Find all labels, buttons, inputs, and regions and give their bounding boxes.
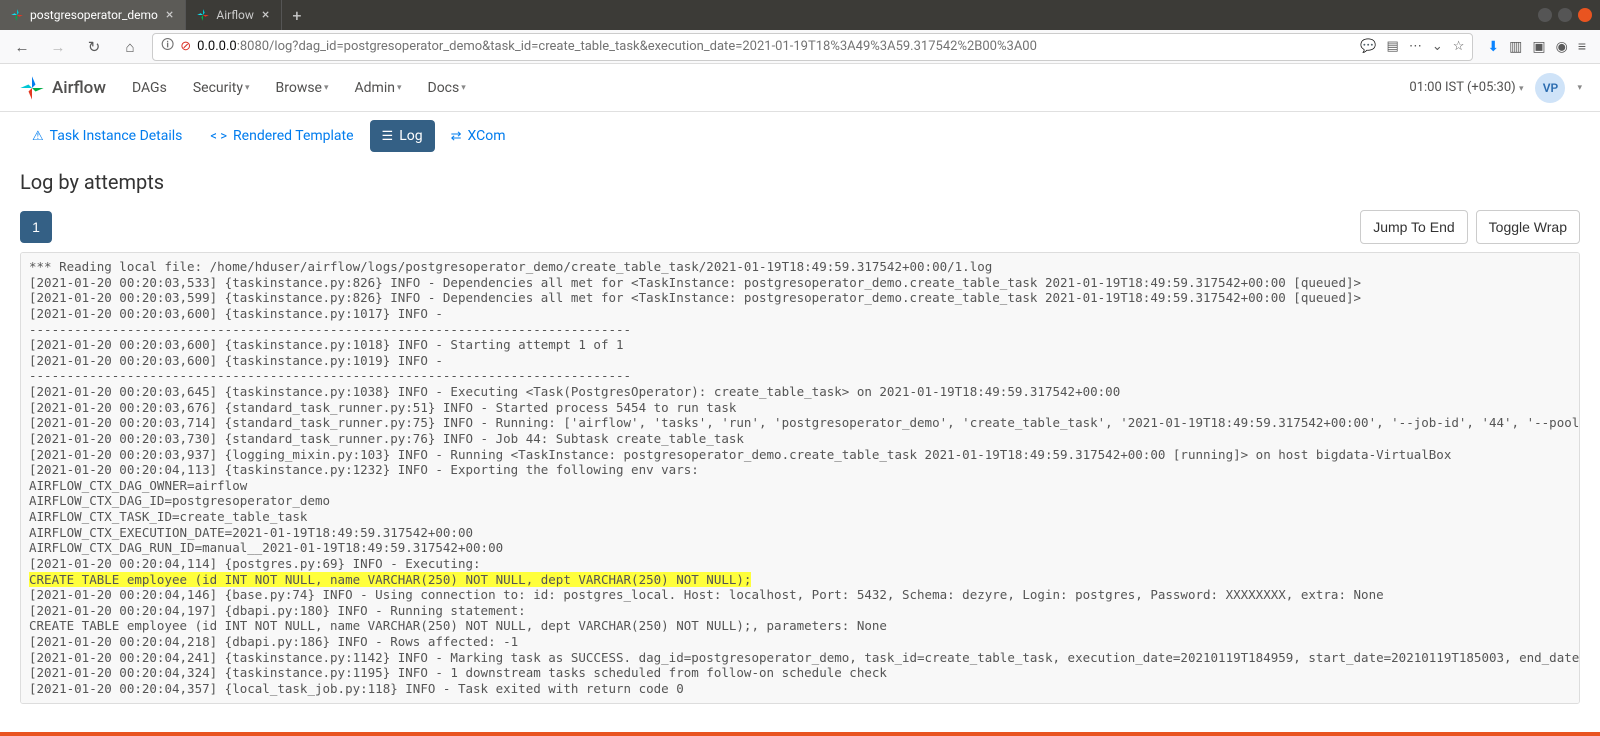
log-post: [2021-01-20 00:20:04,146] {base.py:74} I…: [29, 587, 1580, 696]
log-highlighted-sql: CREATE TABLE employee (id INT NOT NULL, …: [29, 572, 751, 587]
log-actions: Jump To End Toggle Wrap: [1360, 210, 1580, 244]
tab-label: Task Instance Details: [50, 128, 183, 144]
sidebar-icon[interactable]: ▣: [1532, 39, 1545, 55]
window-controls: [1538, 8, 1600, 22]
shield-icon: 🛈: [161, 36, 174, 58]
forward-button[interactable]: →: [44, 33, 72, 61]
maximize-icon[interactable]: [1558, 8, 1572, 22]
browser-tab-1[interactable]: Airflow ×: [186, 0, 282, 30]
close-window-icon[interactable]: [1578, 8, 1592, 22]
home-button[interactable]: ⌂: [116, 33, 144, 61]
nav-admin[interactable]: Admin▾: [355, 80, 402, 96]
list-icon: ☰: [382, 129, 394, 144]
main-content: Log by attempts 1 Jump To End Toggle Wra…: [0, 160, 1600, 724]
back-button[interactable]: ←: [8, 33, 36, 61]
attempts-row: 1 Jump To End Toggle Wrap: [20, 210, 1580, 244]
logo[interactable]: Airflow: [18, 74, 106, 102]
toggle-wrap-button[interactable]: Toggle Wrap: [1476, 210, 1580, 244]
log-pre: *** Reading local file: /home/hduser/air…: [29, 259, 1580, 571]
jump-to-end-button[interactable]: Jump To End: [1360, 210, 1467, 244]
tab-xcom[interactable]: ⇄ XCom: [439, 120, 518, 152]
reader-icon[interactable]: ▤: [1387, 39, 1399, 54]
nav-links: DAGs Security▾ Browse▾ Admin▾ Docs▾: [132, 80, 466, 96]
tab-label: XCom: [468, 128, 506, 144]
swap-icon: ⇄: [451, 129, 462, 144]
downloads-icon[interactable]: ⬇: [1487, 39, 1499, 55]
star-icon[interactable]: ☆: [1453, 39, 1465, 54]
browser-tab-0[interactable]: postgresoperator_demo ×: [0, 0, 186, 30]
timezone-display[interactable]: 01:00 IST (+05:30) ▾: [1409, 80, 1523, 95]
minimize-icon[interactable]: [1538, 8, 1552, 22]
nav-docs[interactable]: Docs▾: [428, 80, 466, 96]
url-bar[interactable]: 🛈 ⊘ 0.0.0.0:8080/log?dag_id=postgresoper…: [152, 33, 1473, 61]
tab-favicon-0: [10, 8, 24, 22]
progress-bar: [0, 732, 1600, 736]
tab-rendered-template[interactable]: < > Rendered Template: [198, 120, 365, 152]
nav-browse[interactable]: Browse▾: [276, 80, 329, 96]
tab-label: Rendered Template: [233, 128, 354, 144]
menu-icon[interactable]: ≡: [1578, 38, 1586, 55]
nav-dags[interactable]: DAGs: [132, 80, 167, 96]
url-text: 0.0.0.0:8080/log?dag_id=postgresoperator…: [197, 39, 1354, 54]
more-icon[interactable]: ⋯: [1409, 39, 1422, 54]
logo-text: Airflow: [52, 78, 106, 98]
hint-icon[interactable]: 💬: [1360, 39, 1376, 54]
browser-toolbar: ← → ↻ ⌂ 🛈 ⊘ 0.0.0.0:8080/log?dag_id=post…: [0, 30, 1600, 64]
chevron-down-icon: ▾: [245, 83, 250, 93]
chevron-down-icon: ▾: [324, 83, 329, 93]
page-title: Log by attempts: [20, 170, 1580, 194]
favicon-lock-icon: ⊘: [180, 39, 191, 54]
tab-favicon-1: [196, 8, 210, 22]
toolbar-right: ⬇ ▥ ▣ ◉ ≡: [1481, 38, 1592, 55]
chevron-down-icon: ▾: [461, 83, 466, 93]
account-icon[interactable]: ◉: [1556, 39, 1568, 55]
close-icon[interactable]: ×: [164, 7, 175, 23]
warning-icon: ⚠: [32, 129, 44, 144]
tab-log[interactable]: ☰ Log: [370, 120, 435, 152]
airflow-logo-icon: [18, 74, 46, 102]
library-icon[interactable]: ▥: [1509, 39, 1522, 55]
tab-label: Log: [399, 128, 422, 144]
chevron-down-icon: ▾: [1519, 84, 1524, 94]
tab-task-instance-details[interactable]: ⚠ Task Instance Details: [20, 120, 194, 152]
nav-right: 01:00 IST (+05:30) ▾ VP ▾: [1409, 73, 1582, 103]
close-icon[interactable]: ×: [260, 7, 271, 23]
log-output[interactable]: *** Reading local file: /home/hduser/air…: [20, 252, 1580, 704]
url-actions: 💬 ▤ ⋯ ⌄ ☆: [1360, 39, 1464, 54]
code-icon: < >: [210, 129, 227, 144]
reload-button[interactable]: ↻: [80, 33, 108, 61]
attempt-1-button[interactable]: 1: [20, 211, 52, 243]
chevron-down-icon[interactable]: ▾: [1577, 83, 1582, 93]
task-subnav: ⚠ Task Instance Details < > Rendered Tem…: [0, 112, 1600, 160]
tab-title-0: postgresoperator_demo: [30, 8, 158, 22]
pocket-icon[interactable]: ⌄: [1432, 39, 1443, 54]
chevron-down-icon: ▾: [397, 83, 402, 93]
new-tab-button[interactable]: +: [282, 6, 311, 25]
tabs-row: postgresoperator_demo × Airflow × +: [0, 0, 311, 30]
airflow-navbar: Airflow DAGs Security▾ Browse▾ Admin▾ Do…: [0, 64, 1600, 112]
browser-tab-bar: postgresoperator_demo × Airflow × +: [0, 0, 1600, 30]
avatar[interactable]: VP: [1535, 73, 1565, 103]
nav-security[interactable]: Security▾: [193, 80, 250, 96]
tab-title-1: Airflow: [216, 8, 254, 22]
